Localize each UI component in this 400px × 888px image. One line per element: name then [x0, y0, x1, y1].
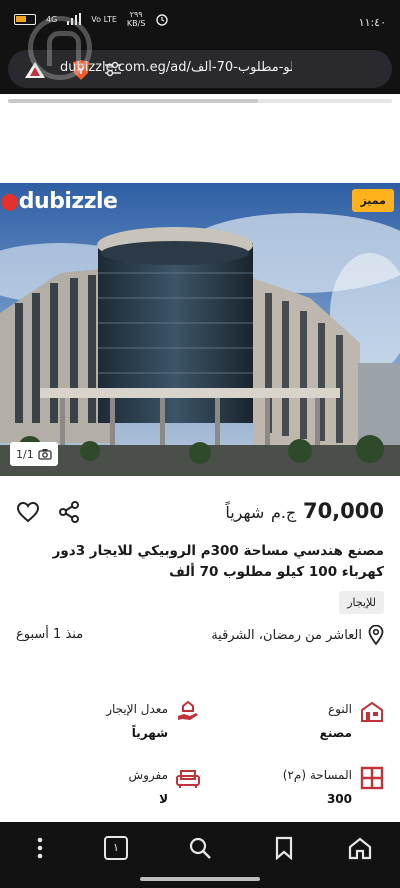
gesture-bar[interactable]	[140, 877, 260, 881]
listing-photo[interactable]: ●dubizzle مميز 1/1	[0, 183, 400, 476]
detail-rent-rate: معدل الإيجار شهرياً	[40, 700, 200, 744]
price-amount: 70,000	[302, 499, 384, 523]
browser-bottom-nav: ١	[0, 822, 400, 888]
rent-hand-icon	[178, 700, 198, 720]
speed-value: ٢٩٩	[129, 10, 143, 19]
detail-area: المساحة (م٢) 300	[224, 766, 384, 810]
detail-value: 300	[326, 792, 352, 806]
location: العاشر من رمضان، الشرقية	[211, 625, 384, 645]
price: 70,000 ج.م شهرياً	[225, 499, 384, 523]
brand-text: dubizzle	[18, 189, 118, 214]
load-progress-bar	[8, 99, 392, 103]
image-counter[interactable]: 1/1	[10, 442, 58, 466]
alarm-icon	[156, 14, 169, 26]
browser-screen: 4G Vo LTE ٢٩٩ KB/S ١١:٤٠ dubizzle.com.eg…	[0, 0, 400, 888]
share-icon[interactable]	[58, 501, 80, 523]
floating-home-icon[interactable]	[28, 16, 92, 80]
flame-mark: ●	[0, 189, 19, 214]
building-photo	[0, 183, 400, 476]
menu-dots-icon[interactable]	[28, 836, 52, 860]
clock: ١١:٤٠	[358, 16, 386, 29]
home-icon[interactable]	[348, 836, 372, 860]
detail-type: النوع مصنع	[224, 700, 384, 744]
building-icon	[361, 701, 383, 722]
detail-label: معدل الإيجار	[106, 702, 168, 716]
lte-label: Vo LTE	[91, 14, 117, 24]
detail-furnished: مفروش لا	[40, 766, 200, 810]
location-row: العاشر من رمضان، الشرقية منذ 1 أسبوع	[16, 623, 384, 647]
tabs-button[interactable]: ١	[104, 836, 128, 860]
bookmark-icon[interactable]	[272, 836, 296, 860]
speed-unit: KB/S	[126, 19, 146, 28]
network-speed: ٢٩٩ KB/S	[127, 10, 146, 28]
area-grid-icon	[360, 766, 384, 790]
listing-title: مصنع هندسي مساحة 300م الروبيكي للايجار 3…	[52, 543, 384, 580]
detail-value: لا	[159, 792, 168, 806]
posted-time: منذ 1 أسبوع	[16, 627, 84, 642]
camera-icon	[38, 449, 52, 460]
location-pin-icon	[368, 625, 384, 645]
sofa-icon	[176, 770, 200, 788]
watermark-logo: ●dubizzle	[0, 189, 118, 214]
load-progress-fill	[8, 99, 258, 103]
battery-icon	[14, 13, 36, 25]
image-counter-text: 1/1	[16, 447, 34, 461]
location-text: العاشر من رمضان، الشرقية	[211, 627, 362, 643]
detail-label: النوع	[328, 702, 352, 716]
search-icon[interactable]	[188, 836, 212, 860]
detail-label: المساحة (م٢)	[282, 768, 352, 782]
price-period: شهرياً	[225, 503, 265, 522]
favorite-heart-icon[interactable]	[16, 501, 40, 523]
listing-type-tag: للإيجار	[339, 591, 384, 614]
featured-badge: مميز	[352, 189, 394, 212]
url-text[interactable]: dubizzle.com.eg/ad/كيلو-مطلوب-70-ألف-	[60, 60, 292, 75]
price-row: 70,000 ج.م شهرياً	[16, 497, 384, 531]
detail-label: مفروش	[128, 768, 168, 782]
detail-value: شهرياً	[131, 726, 168, 740]
details-grid: النوع مصنع معدل الإيجار شهرياً المساحة (…	[16, 700, 384, 810]
price-currency: ج.م	[270, 503, 297, 522]
detail-value: مصنع	[319, 726, 352, 740]
